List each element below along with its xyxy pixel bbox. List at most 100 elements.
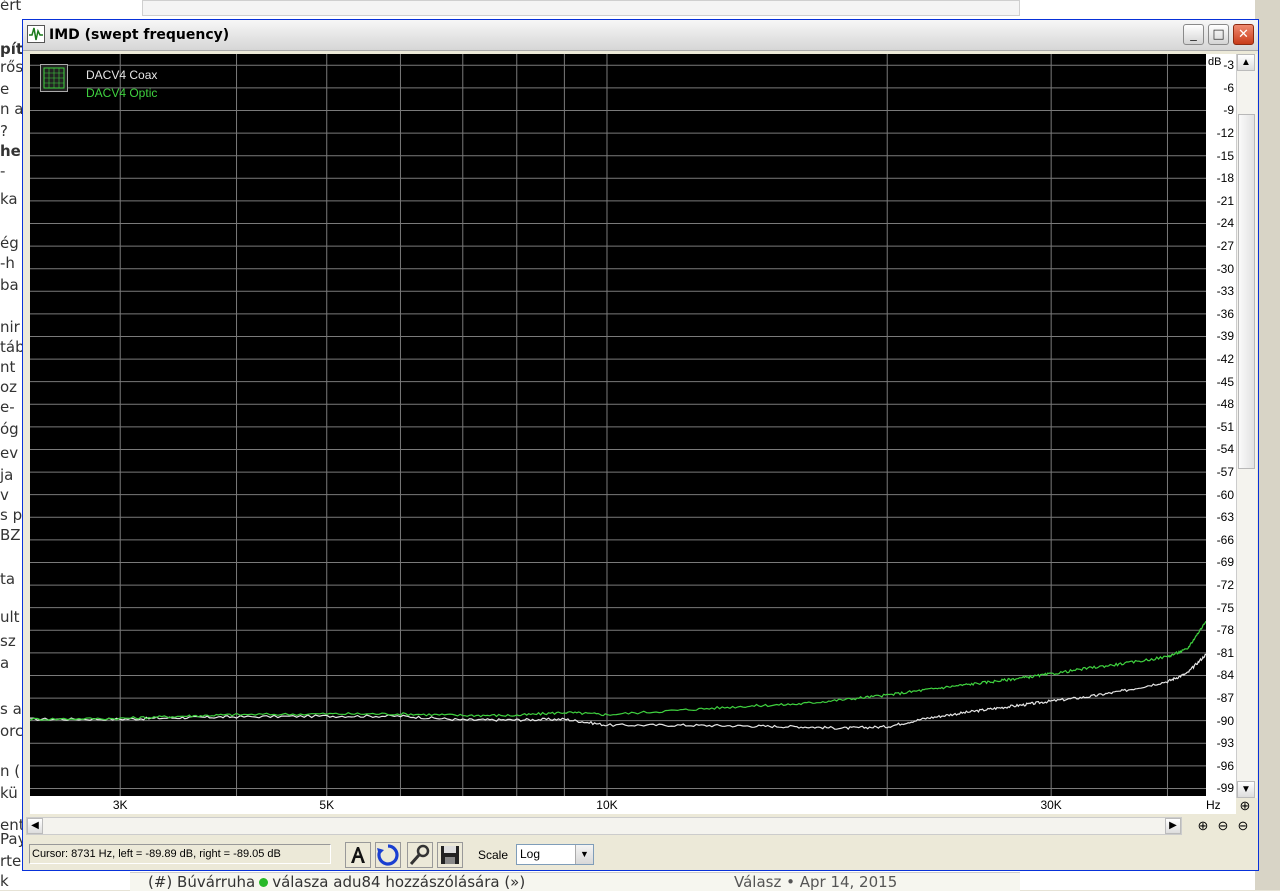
background-text-fragment: ba [0,276,19,294]
background-text-fragment: e [0,80,10,98]
background-text-fragment: ka [0,190,18,208]
background-left-column: értek hogyanokpítrősen al?he-kaég-hbanir… [0,0,22,890]
scale-label: Scale [478,848,509,862]
scroll-down-arrow-icon[interactable]: ▼ [1237,781,1255,798]
background-text-fragment: kü [0,784,18,802]
y-tick-label: -72 [1216,578,1234,593]
y-tick-label: -12 [1216,126,1234,141]
background-text-fragment: ég [0,234,19,252]
y-tick-label: -90 [1216,713,1234,728]
vertical-scrollbar[interactable]: ▲ ▼ [1236,54,1257,798]
background-text-fragment: - [0,162,6,180]
background-text-fragment: e- [0,398,15,416]
background-text-fragment: oz [0,378,18,396]
maximize-button[interactable]: □ [1208,24,1229,45]
x-axis: 3K 5K 10K 30K [30,796,1206,814]
background-text-fragment: rte [0,852,22,870]
chevron-down-icon[interactable]: ▼ [575,845,593,864]
scale-select[interactable]: Log ▼ [516,844,594,865]
y-tick-label: -93 [1216,736,1234,751]
y-tick-label: -24 [1216,216,1234,231]
y-tick-label: -99 [1216,781,1234,796]
background-text-fragment: v [0,486,9,504]
y-tick-label: -42 [1216,352,1234,367]
font-icon[interactable] [345,842,371,868]
series-line-coax [30,653,1206,731]
legend-entry-coax: DACV4 Coax [86,68,158,82]
horizontal-scrollbar[interactable]: ◀ ▶ [26,817,1182,835]
zoom-out-icon[interactable]: ⊖ [1214,817,1232,835]
y-tick-label: -15 [1216,148,1234,163]
y-tick-label: -30 [1216,261,1234,276]
background-text-fragment: s a [0,700,22,718]
title-bar[interactable]: IMD (swept frequency) _ □ ✕ [23,20,1258,51]
y-tick-label: -66 [1216,532,1234,547]
online-dot-icon [259,878,269,887]
close-button[interactable]: ✕ [1233,24,1254,45]
y-tick-label: -57 [1216,465,1234,480]
background-top-bar [142,0,1020,16]
y-axis: dB -3 -6 -9 -12 -15 -18 -21 -24 -27 -30 -33 -36 -39 -… [1206,54,1236,814]
imd-window: IMD (swept frequency) _ □ ✕ DACV4 Coax D… [22,19,1259,871]
series-line-optic [30,620,1206,721]
y-tick-label: -54 [1216,442,1234,457]
zoom-fit-icon[interactable]: ⊖ [1234,817,1252,835]
scroll-left-arrow-icon[interactable]: ◀ [27,818,43,834]
background-text-fragment: sz [0,632,16,650]
x-tick-label: 3K [112,798,128,812]
legend-chart-icon [40,64,68,92]
zoom-in-icon[interactable]: ⊕ [1194,817,1212,835]
background-text-fragment: rős [0,58,22,76]
minimize-button[interactable]: _ [1183,24,1204,45]
cursor-readout: Cursor: 8731 Hz, left = -89.89 dB, right… [29,844,331,864]
background-text-fragment: n al [0,100,22,118]
background-text-fragment: nt [0,358,16,376]
y-tick-label: -51 [1216,419,1234,434]
background-text-fragment: ta [0,570,16,588]
background-text-fragment: entes táp [0,816,22,834]
background-text-fragment: ? [0,122,8,140]
y-tick-label: -39 [1216,329,1234,344]
background-text-fragment: BZ [0,526,21,544]
background-post-link[interactable]: (#) Búvárruha válasza adu84 hozzászólásár… [148,873,525,891]
zoom-in-vertical-icon[interactable]: ⊕ [1236,797,1254,815]
y-tick-label: -78 [1216,623,1234,638]
background-post-meta: Válasz • Apr 14, 2015 [734,873,898,891]
y-tick-label: -60 [1216,487,1234,502]
y-tick-label: -87 [1216,691,1234,706]
background-text-fragment: a [0,654,10,672]
y-tick-label: -3 [1223,58,1234,73]
y-tick-label: -84 [1216,668,1234,683]
y-tick-label: -9 [1223,103,1234,118]
waveform-app-icon [27,25,45,43]
window-title: IMD (swept frequency) [49,27,230,43]
background-text-fragment: nir [0,318,20,336]
x-tick-label: 5K [319,798,335,812]
y-axis-unit: dB [1208,56,1222,68]
background-text-fragment: k [0,872,9,890]
refresh-icon[interactable] [375,842,401,868]
y-tick-label: -36 [1216,306,1234,321]
plot-area[interactable]: DACV4 Coax DACV4 Optic [30,54,1206,796]
settings-wrench-icon[interactable] [407,842,433,868]
background-text-fragment: pít [0,40,22,58]
background-text-fragment: ult [0,608,20,626]
save-icon[interactable] [437,842,463,868]
y-tick-label: -48 [1216,397,1234,412]
scroll-up-arrow-icon[interactable]: ▲ [1237,54,1255,71]
y-tick-label: -63 [1216,510,1234,525]
scale-select-value: Log [520,847,541,861]
scroll-right-arrow-icon[interactable]: ▶ [1165,818,1181,834]
background-post-footer: (#) Búvárruha válasza adu84 hozzászólásár… [130,872,1020,891]
vertical-scroll-thumb[interactable] [1238,114,1255,469]
x-axis-unit: Hz [1206,798,1221,812]
y-tick-label: -69 [1216,555,1234,570]
background-text-fragment: n ( [0,762,21,780]
x-tick-label: 10K [596,798,618,812]
y-tick-label: -18 [1216,171,1234,186]
y-tick-label: -21 [1216,193,1234,208]
legend-entry-optic: DACV4 Optic [86,86,158,100]
background-text-fragment: -h [0,254,15,272]
background-text-fragment: ev [0,444,19,462]
background-text-fragment: orc [0,722,22,740]
